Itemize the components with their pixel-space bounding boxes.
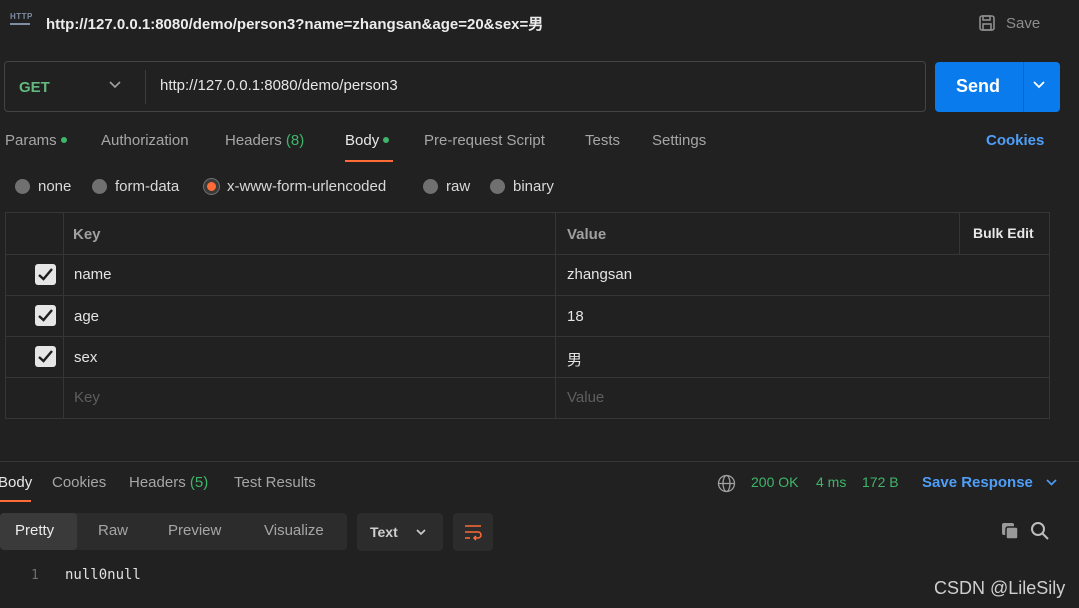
view-visualize-button[interactable]: Visualize	[264, 522, 324, 539]
chevron-down-icon[interactable]	[108, 80, 122, 90]
tab-prerequest-script[interactable]: Pre-request Script	[424, 132, 545, 149]
body-type-label: raw	[446, 178, 471, 195]
row-checkbox[interactable]	[35, 264, 56, 285]
divider	[1023, 62, 1024, 112]
checkmark-icon	[38, 309, 53, 322]
save-label: Save	[1006, 14, 1041, 32]
wrap-text-icon	[465, 525, 482, 541]
status-code[interactable]: 200 OK	[751, 474, 798, 490]
divider	[6, 377, 1049, 378]
checkmark-icon	[38, 268, 53, 281]
response-body[interactable]: null0null	[65, 567, 141, 583]
divider	[555, 213, 556, 418]
row-value[interactable]: 18	[567, 308, 584, 325]
response-size[interactable]: 172 B	[862, 474, 899, 490]
headers-count: (5)	[189, 474, 209, 491]
save-button[interactable]: Save	[978, 12, 1040, 34]
divider	[63, 213, 64, 418]
copy-icon[interactable]	[1000, 521, 1020, 541]
params-table: Key Value Bulk Edit name zhangsan age 18…	[5, 212, 1050, 419]
watermark: CSDN @LileSily	[934, 578, 1066, 598]
tab-headers-label: Headers	[225, 132, 282, 149]
body-type-label: form-data	[115, 178, 180, 195]
save-response-button[interactable]: Save Response	[922, 474, 1058, 491]
wrap-lines-button[interactable]	[453, 513, 493, 551]
body-type-raw[interactable]: raw	[423, 178, 470, 195]
radio-icon	[92, 179, 107, 194]
view-raw-button[interactable]: Raw	[98, 522, 128, 539]
bulk-edit-button[interactable]: Bulk Edit	[973, 225, 1034, 241]
globe-icon[interactable]	[717, 474, 736, 493]
chevron-down-icon	[1046, 479, 1057, 486]
tab-body-label: Body	[345, 132, 380, 149]
body-type-none[interactable]: none	[15, 178, 71, 195]
response-tab-body[interactable]: Body	[0, 474, 32, 491]
tab-headers[interactable]: Headers (8)	[225, 132, 304, 149]
radio-icon	[490, 179, 505, 194]
response-tab-headers-label: Headers	[129, 474, 186, 491]
divider	[6, 254, 1049, 255]
request-tab-title: http://127.0.0.1:8080/demo/person3?name=…	[46, 16, 544, 33]
tab-tests[interactable]: Tests	[585, 132, 620, 149]
chevron-down-icon	[416, 529, 426, 536]
format-select-label: Text	[370, 524, 398, 540]
view-pretty-button[interactable]: Pretty	[15, 522, 54, 539]
body-type-label: x-www-form-urlencoded	[227, 178, 387, 195]
radio-selected-icon	[204, 179, 219, 194]
tab-params-label: Params	[5, 132, 57, 149]
value-column-header: Value	[567, 226, 607, 243]
divider	[0, 461, 1079, 462]
body-type-binary[interactable]: binary	[490, 178, 554, 195]
key-input-placeholder[interactable]: Key	[74, 389, 100, 406]
row-value[interactable]: zhangsan	[567, 266, 632, 283]
divider	[6, 295, 1049, 296]
checkmark-icon	[38, 350, 53, 363]
headers-count: (8)	[285, 132, 305, 149]
line-number: 1	[31, 568, 39, 583]
response-tab-headers[interactable]: Headers (5)	[129, 474, 208, 491]
row-key[interactable]: age	[74, 308, 99, 325]
response-tab-test-results[interactable]: Test Results	[234, 474, 316, 491]
radio-icon	[15, 179, 30, 194]
radio-icon	[423, 179, 438, 194]
active-tab-indicator	[0, 500, 31, 502]
divider	[959, 213, 960, 254]
response-tab-cookies[interactable]: Cookies	[52, 474, 106, 491]
url-bar: GET http://127.0.0.1:8080/demo/person3	[4, 61, 926, 112]
method-select[interactable]: GET	[19, 79, 50, 96]
body-type-label: binary	[513, 178, 554, 195]
row-key[interactable]: name	[74, 266, 112, 283]
body-type-urlencoded[interactable]: x-www-form-urlencoded	[204, 178, 386, 195]
send-button[interactable]: Send	[935, 62, 1060, 112]
chevron-down-icon[interactable]	[1032, 80, 1046, 90]
search-icon[interactable]	[1030, 521, 1050, 541]
body-type-label: none	[38, 178, 72, 195]
divider	[6, 336, 1049, 337]
response-time[interactable]: 4 ms	[816, 474, 846, 490]
row-checkbox[interactable]	[35, 305, 56, 326]
cookies-link[interactable]: Cookies	[986, 132, 1044, 149]
value-input-placeholder[interactable]: Value	[567, 389, 604, 406]
tab-params[interactable]: Params	[5, 132, 67, 149]
key-column-header: Key	[73, 226, 101, 243]
view-mode-group: Pretty Raw Preview Visualize	[0, 513, 347, 550]
url-input[interactable]: http://127.0.0.1:8080/demo/person3	[160, 77, 398, 94]
body-type-form-data[interactable]: form-data	[92, 178, 179, 195]
active-tab-indicator	[345, 160, 393, 162]
row-value[interactable]: 男	[567, 349, 582, 370]
tab-settings[interactable]: Settings	[652, 132, 706, 149]
format-select[interactable]: Text	[357, 513, 443, 551]
tab-body[interactable]: Body	[345, 132, 390, 149]
row-key[interactable]: sex	[74, 349, 97, 366]
view-preview-button[interactable]: Preview	[168, 522, 221, 539]
send-label: Send	[956, 76, 1001, 96]
status-dot	[383, 137, 390, 144]
tab-authorization[interactable]: Authorization	[101, 132, 189, 149]
save-response-label: Save Response	[922, 474, 1033, 491]
row-checkbox[interactable]	[35, 346, 56, 367]
http-request-icon: HTTP	[10, 12, 32, 32]
status-dot	[60, 137, 67, 144]
save-icon	[979, 15, 995, 31]
divider	[145, 70, 146, 104]
